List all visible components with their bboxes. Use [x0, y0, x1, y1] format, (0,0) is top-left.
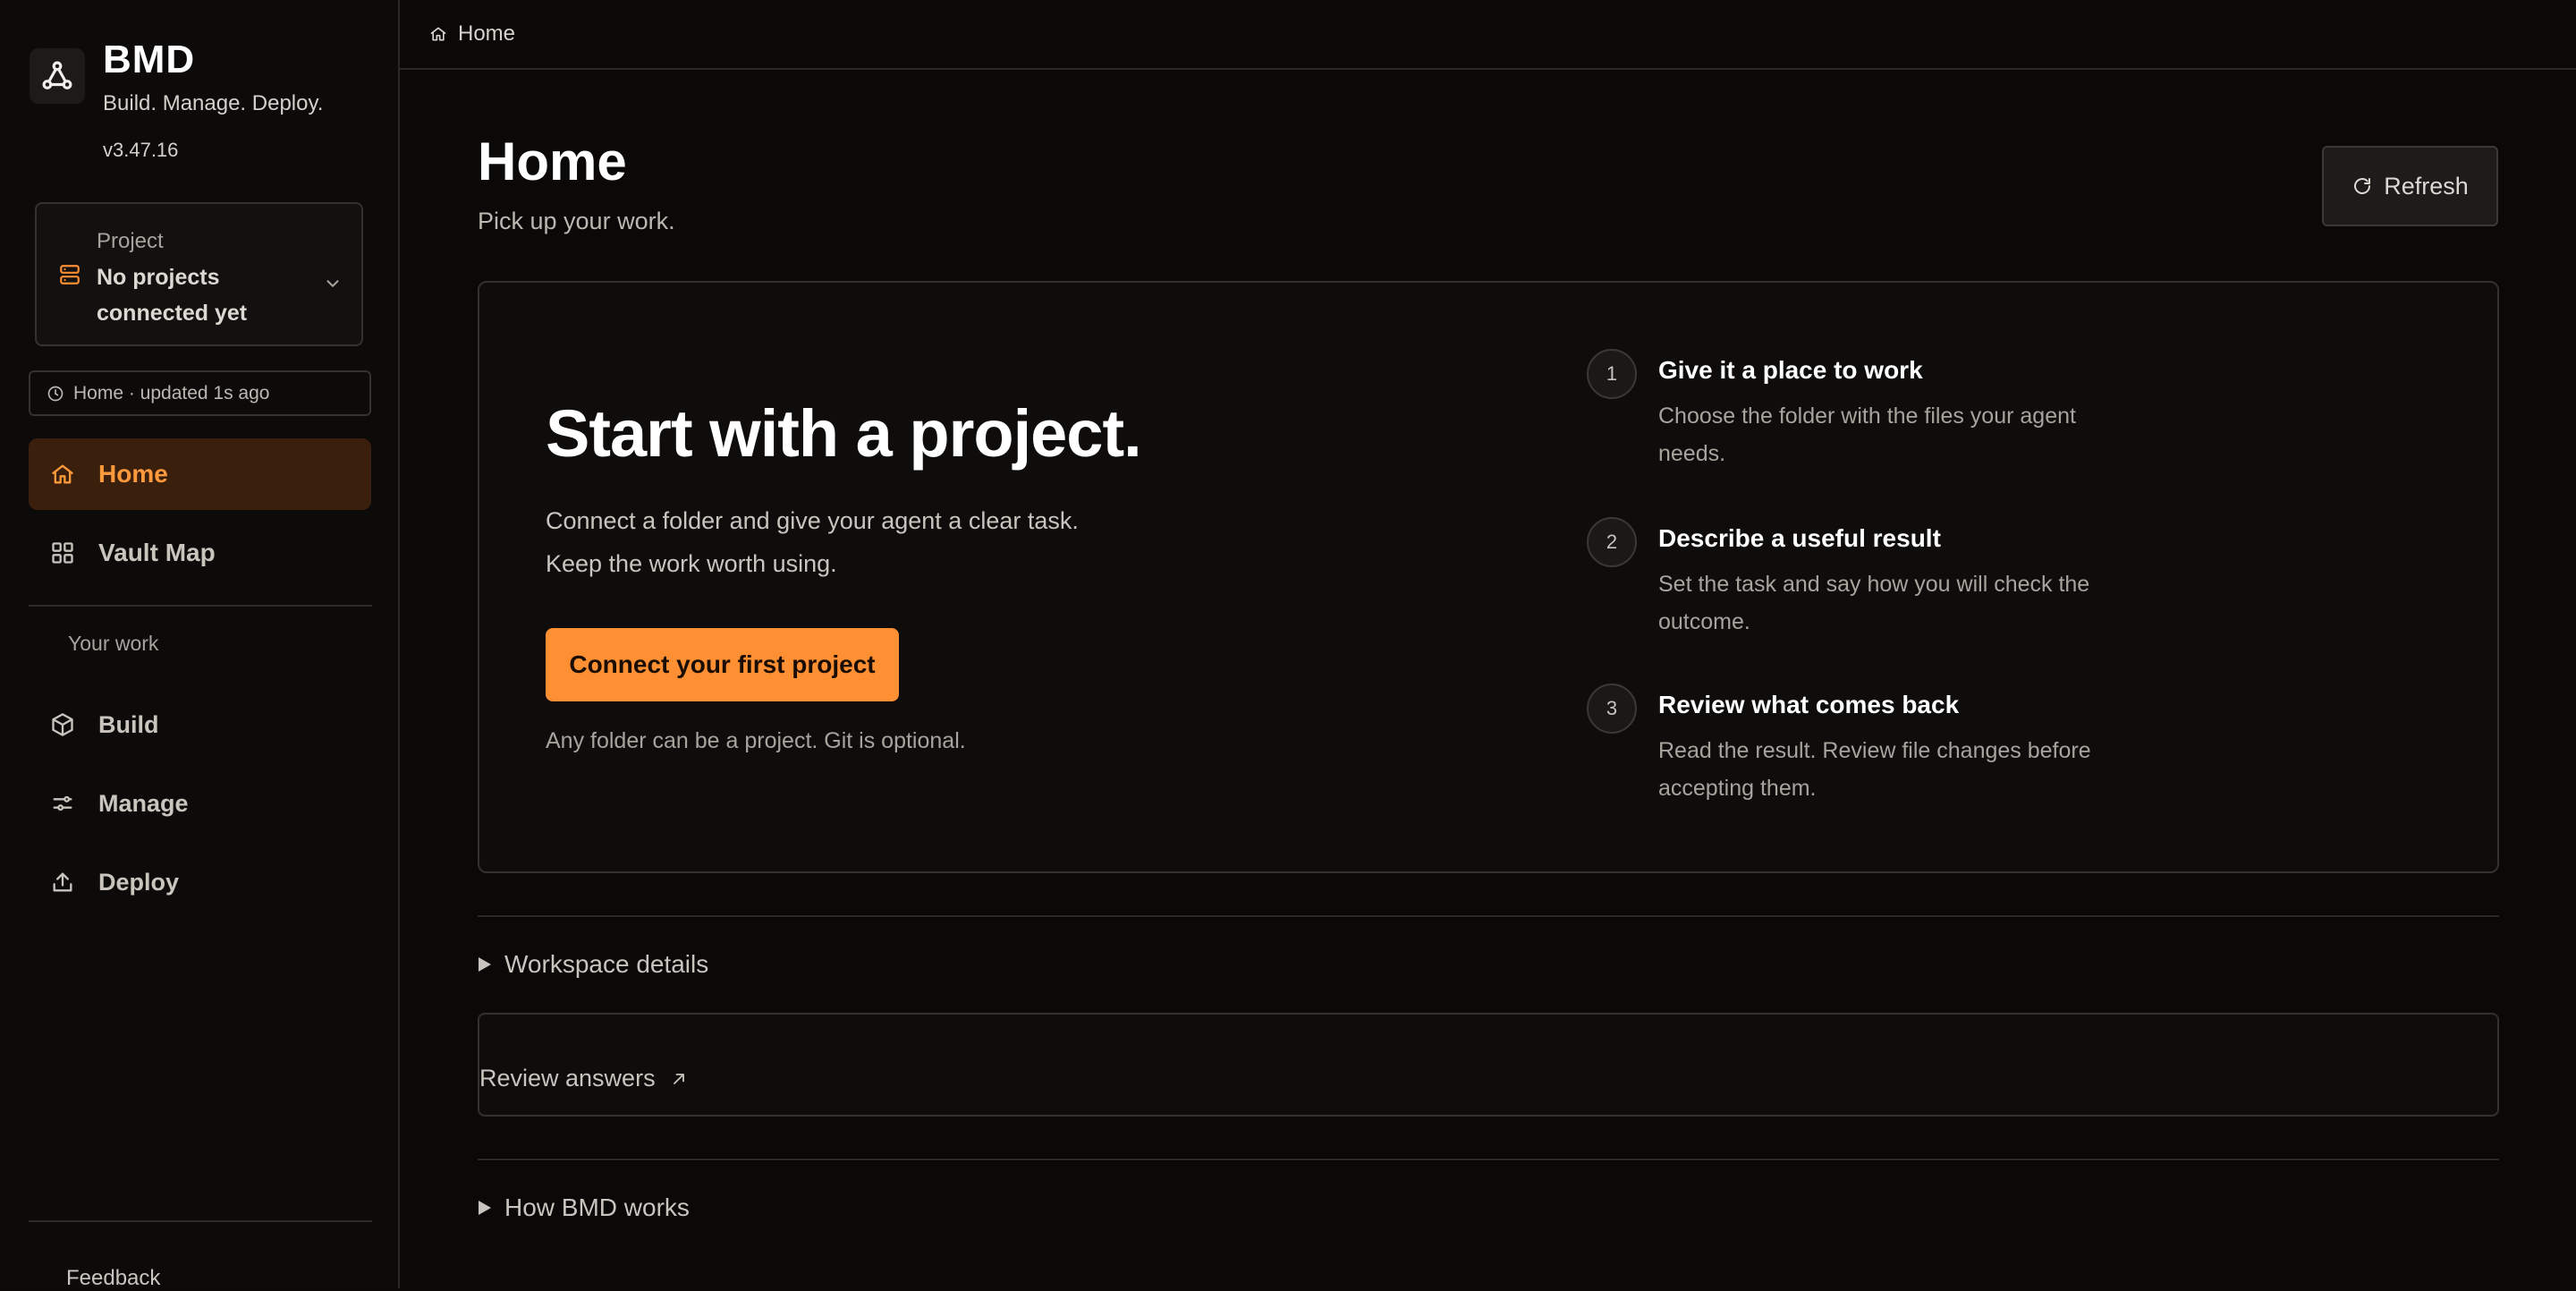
section-divider — [478, 1159, 2499, 1160]
sidebar: BMD Build. Manage. Deploy. v3.47.16 Proj… — [0, 0, 400, 1291]
home-icon — [429, 25, 447, 43]
brand-logo[interactable] — [30, 48, 85, 104]
sidebar-item-home[interactable]: Home — [29, 438, 371, 510]
status-text: Home · updated 1s ago — [73, 382, 270, 403]
hero-title: Start with a project. — [546, 396, 1142, 471]
grid-icon — [50, 540, 75, 565]
project-selector[interactable]: Project No projects connected yet — [35, 202, 363, 346]
get-started-card: Start with a project. Connect a folder a… — [478, 281, 2499, 873]
step-description: Set the task and say how you will check … — [1658, 572, 2090, 634]
hero-body: Connect a folder and give your agent a c… — [546, 499, 1118, 585]
workspace-details-toggle[interactable]: Workspace details — [478, 950, 708, 979]
brand-name: BMD — [103, 38, 196, 81]
step-title: Describe a useful result — [1658, 524, 1941, 552]
network-nodes-icon — [40, 59, 74, 93]
arrow-up-right-icon — [670, 1070, 688, 1088]
sidebar-item-label: Deploy — [98, 868, 180, 896]
step-description: Read the result. Review file changes bef… — [1658, 738, 2091, 801]
home-icon — [50, 462, 75, 487]
page-title: Home — [478, 132, 627, 191]
sidebar-item-label: Vault Map — [98, 539, 216, 566]
project-label: Project — [97, 229, 164, 253]
page-subtitle: Pick up your work. — [478, 208, 675, 234]
sidebar-divider — [29, 605, 372, 607]
section-divider — [478, 915, 2499, 917]
step-description: Choose the folder with the files your ag… — [1658, 403, 2076, 466]
sidebar-item-deploy[interactable]: Deploy — [29, 846, 371, 918]
triangle-right-icon — [478, 956, 492, 972]
sidebar-item-build[interactable]: Build — [29, 689, 371, 760]
breadcrumb: Home — [400, 0, 2576, 70]
sidebar-item-label: Home — [98, 460, 168, 488]
step-title: Give it a place to work — [1658, 356, 1923, 384]
step-number: 3 — [1587, 684, 1637, 734]
sidebar-item-manage[interactable]: Manage — [29, 768, 371, 839]
cube-icon — [50, 712, 75, 737]
step-number: 2 — [1587, 517, 1637, 567]
triangle-right-icon — [478, 1200, 492, 1216]
status-indicator: Home · updated 1s ago — [29, 370, 371, 416]
chevron-down-icon — [323, 274, 343, 293]
clock-icon — [47, 385, 64, 403]
step-number: 1 — [1587, 349, 1637, 399]
hero-body-line: Connect a folder and give your agent a c… — [546, 507, 1079, 534]
refresh-icon — [2351, 175, 2373, 197]
review-answers-label: Review answers — [479, 1065, 656, 1091]
breadcrumb-item-home[interactable]: Home — [458, 21, 515, 47]
upload-icon — [50, 870, 75, 895]
refresh-button[interactable]: Refresh — [2322, 146, 2498, 226]
section-label-your-work: Your work — [68, 632, 159, 655]
sidebar-divider — [29, 1220, 372, 1222]
brand-tagline: Build. Manage. Deploy. — [103, 91, 324, 115]
hero-note: Any folder can be a project. Git is opti… — [546, 728, 966, 753]
refresh-label: Refresh — [2384, 172, 2469, 200]
disclosure-label: How BMD works — [504, 1193, 690, 1221]
connect-project-button[interactable]: Connect your first project — [546, 628, 899, 701]
review-answers-link[interactable]: Review answers — [479, 1065, 688, 1092]
step-title: Review what comes back — [1658, 691, 1960, 718]
disclosure-label: Workspace details — [504, 950, 709, 978]
project-value: No projects connected yet — [97, 265, 248, 326]
review-answers-panel: Review answers — [478, 1013, 2499, 1117]
sidebar-item-label: Manage — [98, 789, 189, 817]
sidebar-item-vault-map[interactable]: Vault Map — [29, 517, 371, 589]
sidebar-item-label: Build — [98, 710, 159, 738]
server-stack-icon — [58, 263, 81, 286]
app-version: v3.47.16 — [103, 139, 179, 161]
how-bmd-works-toggle[interactable]: How BMD works — [478, 1193, 690, 1222]
hero-body-line: Keep the work worth using. — [546, 550, 837, 577]
feedback-link[interactable]: Feedback — [66, 1266, 160, 1291]
sliders-icon — [50, 791, 75, 816]
